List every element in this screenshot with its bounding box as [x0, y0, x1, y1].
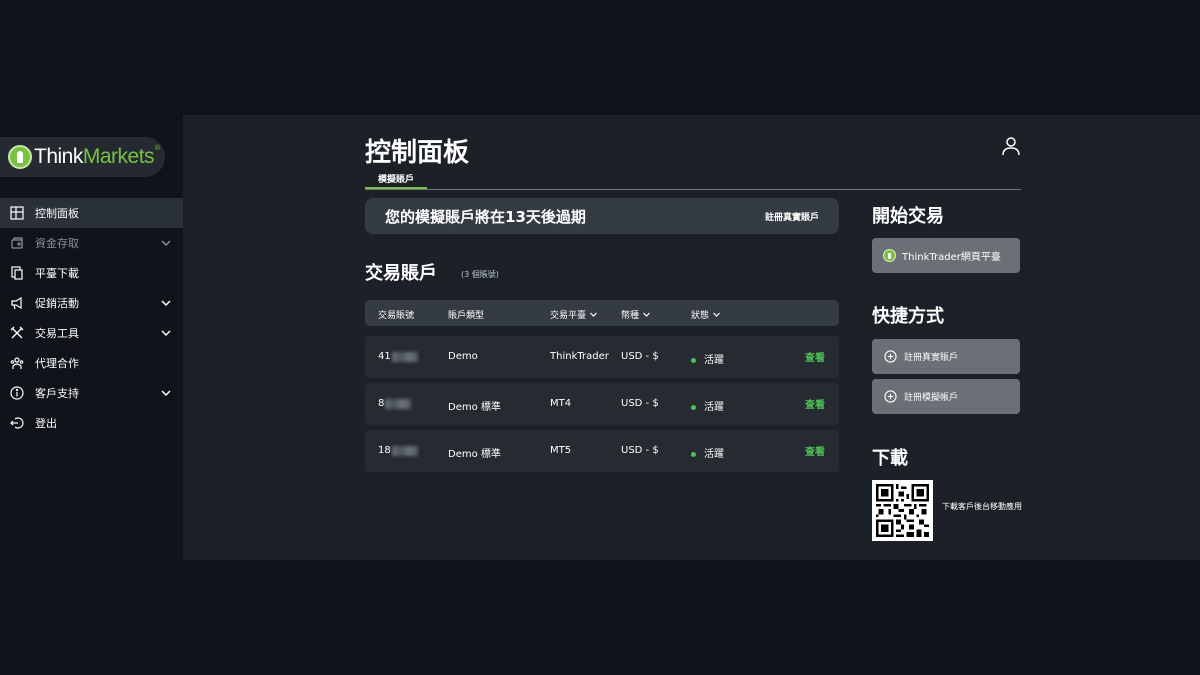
sidebar-item-partnership[interactable]: 代理合作 — [0, 348, 183, 378]
plus-circle-icon — [884, 390, 897, 403]
view-account-button[interactable]: 查看 — [805, 396, 825, 411]
accounts-table-header: 交易賬號 賬戶類型 交易平臺 幣種 狀態 — [365, 300, 839, 326]
account-currency: USD - $ — [621, 351, 659, 362]
col-account-type: 賬戶類型 — [448, 311, 485, 321]
account-number: 8 — [378, 398, 412, 409]
chevron-down-icon — [161, 300, 171, 307]
thinkmarkets-logo-icon — [8, 145, 32, 169]
logout-icon — [10, 416, 24, 430]
status-dot-icon — [691, 357, 696, 363]
qr-code — [872, 480, 933, 541]
accounts-count: (3 個賬號) — [461, 270, 499, 279]
expiry-message: 您的模擬賬戶將在13天後過期 — [385, 207, 586, 226]
col-platform[interactable]: 交易平臺 — [550, 308, 598, 321]
status-dot-icon — [691, 404, 696, 410]
sidebar-item-label: 客戶支持 — [35, 387, 79, 400]
sidebar-item-trading-tools[interactable]: 交易工具 — [0, 318, 183, 348]
accounts-title: 交易賬戶 — [365, 263, 437, 284]
sidebar-item-label: 平臺下載 — [35, 267, 79, 280]
sidebar-item-logout[interactable]: 登出 — [0, 408, 183, 438]
thinktrader-logo-icon — [883, 249, 896, 262]
page-title: 控制面板 — [365, 138, 470, 168]
table-row: 18 Demo 標準 MT5 USD - $ 活躍 查看 — [365, 430, 839, 472]
account-type: Demo — [448, 351, 478, 362]
start-trading-title: 開始交易 — [872, 206, 944, 227]
people-icon — [10, 356, 24, 370]
shortcuts-title: 快捷方式 — [872, 306, 944, 327]
view-account-button[interactable]: 查看 — [805, 443, 825, 458]
main-panel: 控制面板 模擬賬戶 您的模擬賬戶將在13天後過期 註冊真實賬戶 交易賬戶 (3 … — [183, 115, 1200, 560]
table-row: 8 Demo 標準 MT4 USD - $ 活躍 查看 — [365, 383, 839, 425]
account-currency: USD - $ — [621, 445, 659, 456]
account-type: Demo 標準 — [448, 449, 501, 460]
chevron-down-icon — [590, 312, 597, 317]
download-title: 下載 — [872, 448, 908, 469]
account-status: 活躍 — [691, 445, 724, 460]
col-currency[interactable]: 幣種 — [621, 308, 651, 321]
chevron-down-icon — [161, 390, 171, 397]
wallet-icon — [10, 236, 24, 250]
account-platform: MT4 — [550, 398, 572, 409]
account-platform: ThinkTrader — [550, 351, 609, 362]
account-status: 活躍 — [691, 398, 724, 413]
sidebar-item-label: 登出 — [35, 417, 57, 430]
sidebar-item-label: 控制面板 — [35, 207, 79, 220]
thinktrader-web-button[interactable]: ThinkTrader網頁平臺 — [872, 238, 1020, 273]
view-account-button[interactable]: 查看 — [805, 349, 825, 364]
sidebar-item-dashboard[interactable]: 控制面板 — [0, 198, 183, 228]
dashboard-icon — [10, 206, 24, 220]
brand-logo[interactable]: ThinkMarkets® — [0, 137, 165, 177]
account-type: Demo 標準 — [448, 402, 501, 413]
plus-circle-icon — [884, 350, 897, 363]
tools-icon — [10, 326, 24, 340]
register-live-account-button[interactable]: 註冊真實賬戶 — [872, 339, 1020, 374]
account-platform: MT5 — [550, 445, 572, 456]
col-status[interactable]: 狀態 — [691, 308, 721, 321]
sidebar-item-downloads[interactable]: 平臺下載 — [0, 258, 183, 288]
brand-wordmark: ThinkMarkets® — [34, 145, 160, 168]
register-live-link[interactable]: 註冊真實賬戶 — [765, 210, 819, 223]
download-app-text: 下載客戶後台移動應用 — [942, 502, 1022, 511]
tab-demo-accounts[interactable]: 模擬賬戶 — [365, 168, 427, 189]
sidebar-item-label: 代理合作 — [35, 357, 79, 370]
table-row: 41 Demo ThinkTrader USD - $ 活躍 查看 — [365, 336, 839, 378]
copy-icon — [10, 266, 24, 280]
col-account-no: 交易賬號 — [378, 311, 415, 321]
sidebar-item-label: 交易工具 — [35, 327, 79, 340]
tab-divider — [365, 189, 1021, 190]
sidebar-item-label: 資金存取 — [35, 237, 79, 250]
register-demo-account-button[interactable]: 註冊模擬帳戶 — [872, 379, 1020, 414]
sidebar-item-funds[interactable]: 資金存取 — [0, 228, 183, 258]
account-status: 活躍 — [691, 351, 724, 366]
sidebar-item-label: 促銷活動 — [35, 297, 79, 310]
sidebar-item-support[interactable]: 客戶支持 — [0, 378, 183, 408]
account-currency: USD - $ — [621, 398, 659, 409]
status-dot-icon — [691, 451, 696, 457]
chevron-down-icon — [161, 240, 171, 247]
chevron-down-icon — [643, 312, 650, 317]
sidebar-item-promotions[interactable]: 促銷活動 — [0, 288, 183, 318]
megaphone-icon — [10, 296, 24, 310]
expiry-banner: 您的模擬賬戶將在13天後過期 註冊真實賬戶 — [365, 198, 839, 234]
chevron-down-icon — [161, 330, 171, 337]
chevron-down-icon — [713, 312, 720, 317]
user-profile-icon[interactable] — [1001, 136, 1021, 156]
account-number: 18 — [378, 445, 418, 456]
account-number: 41 — [378, 351, 418, 362]
info-icon — [10, 386, 24, 400]
sidebar-nav: 控制面板 資金存取 平臺下載 促銷活動 交易工具 代理合作 客戶支持 登出 — [0, 198, 183, 438]
